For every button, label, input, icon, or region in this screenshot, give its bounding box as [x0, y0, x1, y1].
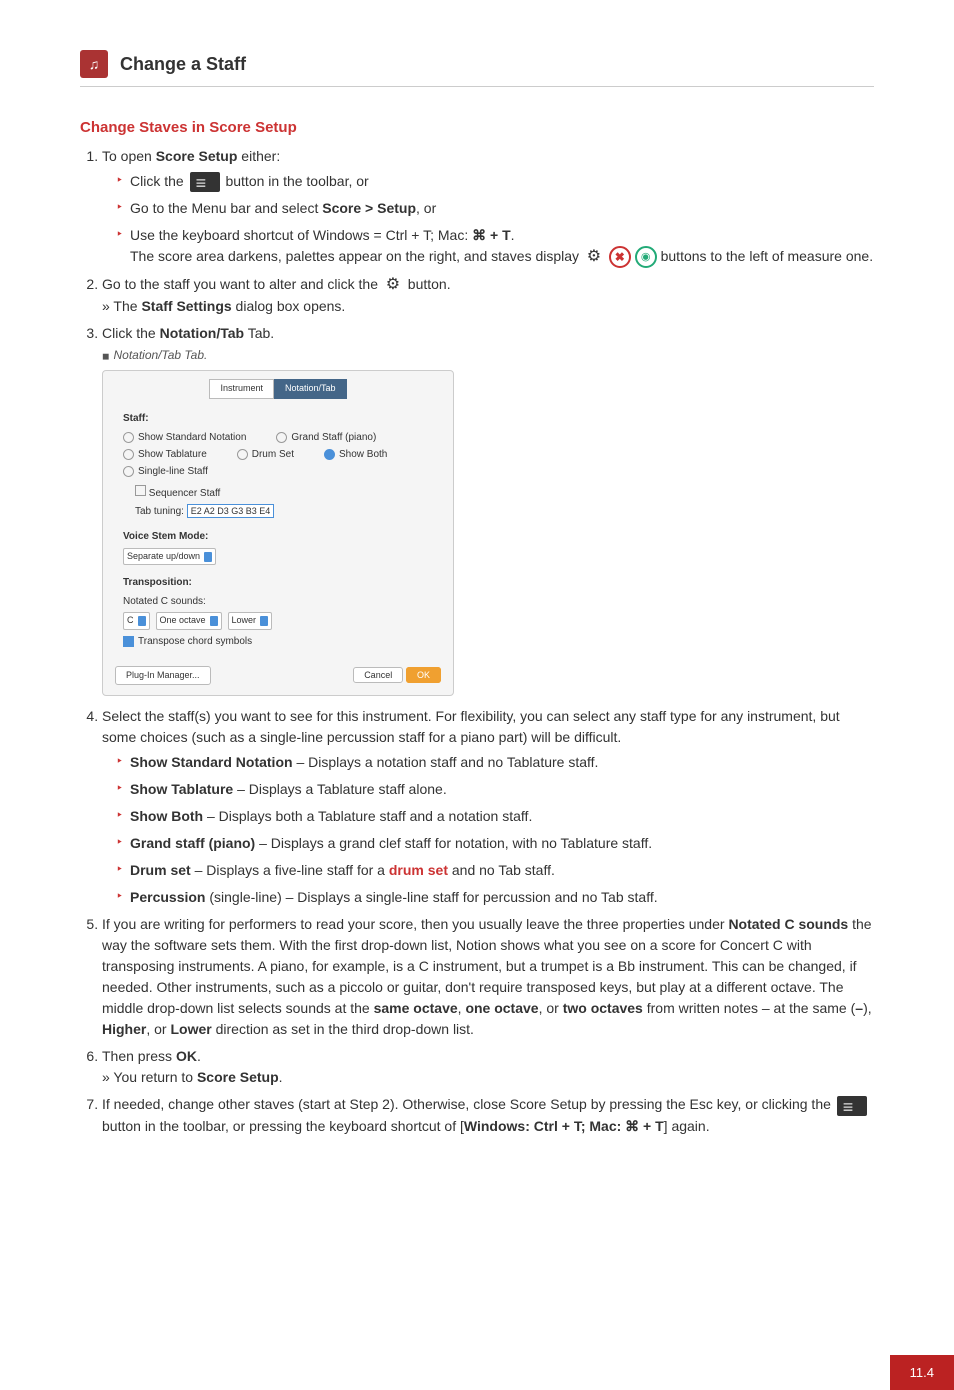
radio-drum[interactable]: Drum Set	[237, 447, 294, 462]
tab-tuning-input[interactable]: E2 A2 D3 G3 B3 E4	[187, 504, 275, 518]
step1-opt-a: Click the button in the toolbar, or	[116, 171, 874, 192]
trans-label: Transposition:	[123, 575, 433, 590]
score-setup-icon	[837, 1096, 867, 1116]
step-4: Select the staff(s) you want to see for …	[102, 706, 874, 908]
staff-label: Staff:	[123, 411, 433, 426]
tab-instrument[interactable]: Instrument	[209, 379, 274, 399]
page-header: ♫ Change a Staff	[80, 40, 874, 87]
section-title: Change Staves in Score Setup	[80, 117, 874, 140]
voice-select[interactable]: Separate up/down	[123, 548, 216, 566]
radio-single[interactable]: Single-line Staff	[123, 464, 208, 479]
staff-settings-dialog: InstrumentNotation/Tab Staff: Show Stand…	[102, 370, 454, 696]
page-title: Change a Staff	[120, 51, 246, 78]
trans-note-select[interactable]: C	[123, 612, 150, 630]
radio-grand[interactable]: Grand Staff (piano)	[276, 430, 376, 445]
step-7: If needed, change other staves (start at…	[102, 1094, 874, 1136]
trans-octave-select[interactable]: One octave	[156, 612, 222, 630]
score-setup-icon	[190, 172, 220, 192]
trans-dir-select[interactable]: Lower	[228, 612, 273, 630]
voice-label: Voice Stem Mode:	[123, 529, 433, 544]
gear-icon: ⚙	[583, 246, 605, 268]
step-1: To open Score Setup either: Click the bu…	[102, 146, 874, 269]
step-5: If you are writing for performers to rea…	[102, 914, 874, 1040]
cancel-button[interactable]: Cancel	[353, 667, 403, 683]
plugin-manager-button[interactable]: Plug-In Manager...	[115, 666, 211, 686]
step1-opt-b: Go to the Menu bar and select Score > Se…	[116, 198, 874, 219]
step-3: Click the Notation/Tab Tab. Notation/Tab…	[102, 323, 874, 696]
app-icon: ♫	[80, 50, 108, 78]
steps-list: To open Score Setup either: Click the bu…	[80, 146, 874, 1137]
radio-standard[interactable]: Show Standard Notation	[123, 430, 246, 445]
page-number: 11.4	[890, 1355, 954, 1390]
figure-caption: Notation/Tab Tab.	[102, 346, 874, 364]
radio-both[interactable]: Show Both	[324, 447, 387, 462]
step1-opt-c: Use the keyboard shortcut of Windows = C…	[116, 225, 874, 268]
drum-set-link[interactable]: drum set	[389, 862, 448, 878]
gear-icon: ⚙	[382, 274, 404, 296]
tab-notation[interactable]: Notation/Tab	[274, 379, 347, 399]
radio-tablature[interactable]: Show Tablature	[123, 447, 207, 462]
checkbox-transpose-chords[interactable]: Transpose chord symbols	[123, 634, 252, 649]
visibility-icon: ◉	[635, 246, 657, 268]
delete-icon: ✖	[609, 246, 631, 268]
checkbox-sequencer[interactable]: Sequencer Staff	[135, 488, 220, 499]
content: Change Staves in Score Setup To open Sco…	[80, 117, 874, 1137]
step-2: Go to the staff you want to alter and cl…	[102, 274, 874, 317]
ok-button[interactable]: OK	[406, 667, 441, 683]
step-6: Then press OK. » You return to Score Set…	[102, 1046, 874, 1088]
